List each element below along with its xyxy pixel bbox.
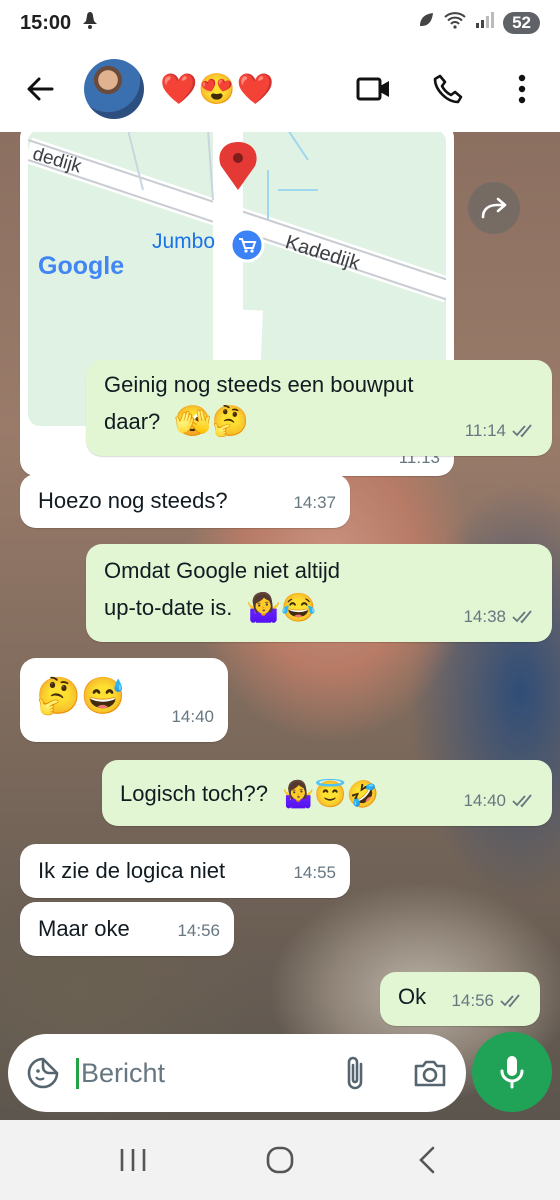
read-ticks-icon (512, 424, 532, 438)
message-meta: 14:38 (463, 600, 538, 634)
mic-icon (500, 1056, 524, 1089)
voice-call-button[interactable] (426, 67, 470, 111)
message-time: 14:56 (451, 991, 494, 1010)
system-nav-bar (0, 1120, 560, 1200)
attach-button[interactable] (342, 1054, 368, 1092)
message-bubble-incoming[interactable]: Ik zie de logica niet 14:55 (20, 844, 350, 898)
recent-apps-icon (121, 1149, 146, 1171)
sticker-button[interactable] (26, 1056, 60, 1090)
message-meta: 14:40 (171, 700, 214, 734)
message-meta: 14:56 (451, 984, 526, 1018)
home-button[interactable] (250, 1130, 310, 1190)
message-time: 14:38 (463, 607, 506, 626)
attach-icon (347, 1056, 363, 1090)
message-bubble-incoming[interactable]: Hoezo nog steeds? 14:37 (20, 474, 350, 528)
read-ticks-icon (500, 994, 520, 1008)
message-bubble-outgoing[interactable]: Omdat Google niet altijd up-to-date is. … (86, 544, 552, 642)
message-meta: 14:55 (293, 856, 336, 890)
wifi-icon (443, 11, 467, 35)
message-time: 14:37 (293, 493, 336, 512)
message-text: up-to-date is. (104, 595, 233, 620)
back-arrow-icon (27, 77, 54, 101)
status-time: 15:00 (20, 11, 72, 34)
message-time: 14:40 (171, 707, 214, 726)
chat-area[interactable]: dedijk Jumbo Kadedijk Google 11:13 Geini… (0, 132, 560, 1120)
message-text: Logisch toch?? (120, 781, 268, 806)
message-text: Geinig nog steeds een bouwput (104, 372, 414, 397)
message-text: Hoezo nog steeds? (38, 488, 228, 513)
camera-icon (414, 1060, 446, 1087)
more-options-icon (518, 74, 526, 104)
back-button[interactable] (16, 65, 64, 113)
message-time: 11:14 (464, 421, 506, 440)
message-text: Maar oke (38, 916, 130, 941)
message-bubble-outgoing[interactable]: Geinig nog steeds een bouwput daar? 🫣🤔 1… (86, 360, 552, 456)
forward-icon (481, 197, 507, 219)
message-composer (8, 1034, 466, 1112)
read-ticks-icon (512, 794, 532, 808)
recent-apps-button[interactable] (103, 1130, 163, 1190)
leaf-icon (417, 11, 435, 35)
message-emoji: 🫣🤔 (174, 405, 249, 438)
message-text: Ik zie de logica niet (38, 858, 226, 883)
video-call-button[interactable] (352, 67, 396, 111)
message-emoji: 🤷‍♀️😇🤣 (282, 779, 380, 809)
message-bubble-outgoing[interactable]: Logisch toch?? 🤷‍♀️😇🤣 14:40 (102, 760, 552, 826)
contact-avatar[interactable] (84, 59, 144, 119)
google-logo: Google (38, 252, 125, 280)
more-options-button[interactable] (500, 67, 544, 111)
notification-icon (81, 10, 99, 36)
message-emoji: 🤷‍♀️😂 (246, 592, 317, 623)
contact-name[interactable]: ❤️😍❤️ (160, 72, 275, 107)
phone-icon (433, 74, 463, 104)
battery-indicator: 52 (503, 12, 540, 34)
voice-record-button[interactable] (472, 1032, 552, 1112)
message-meta: 14:40 (463, 784, 538, 818)
message-meta: 11:14 (465, 414, 538, 448)
message-meta: 14:37 (293, 486, 336, 520)
message-emoji: 🤔😅 (36, 675, 126, 716)
message-meta: 14:56 (177, 914, 220, 948)
forward-button[interactable] (468, 182, 520, 234)
video-call-icon (356, 77, 389, 101)
read-ticks-icon (512, 610, 532, 624)
message-text: Ok (398, 984, 427, 1009)
message-input[interactable] (76, 1057, 286, 1089)
message-time: 14:56 (177, 921, 220, 940)
map-place-label: Jumbo (152, 230, 216, 253)
message-bubble-incoming[interactable]: Maar oke 14:56 (20, 902, 234, 956)
message-time: 14:55 (293, 863, 336, 882)
message-text: daar? (104, 409, 161, 434)
message-text: Omdat Google niet altijd (104, 558, 341, 583)
camera-button[interactable] (412, 1057, 448, 1089)
sticker-icon (27, 1057, 59, 1089)
status-bar: 15:00 52 (0, 0, 560, 46)
chat-header: ❤️😍❤️ (0, 46, 560, 132)
home-icon (266, 1146, 294, 1174)
signal-icon (475, 11, 495, 35)
message-bubble-incoming[interactable]: 🤔😅 14:40 (20, 658, 228, 742)
system-back-button[interactable] (397, 1130, 457, 1190)
message-time: 14:40 (463, 791, 506, 810)
back-icon (418, 1146, 434, 1174)
message-bubble-outgoing[interactable]: Ok 14:56 (380, 972, 540, 1026)
